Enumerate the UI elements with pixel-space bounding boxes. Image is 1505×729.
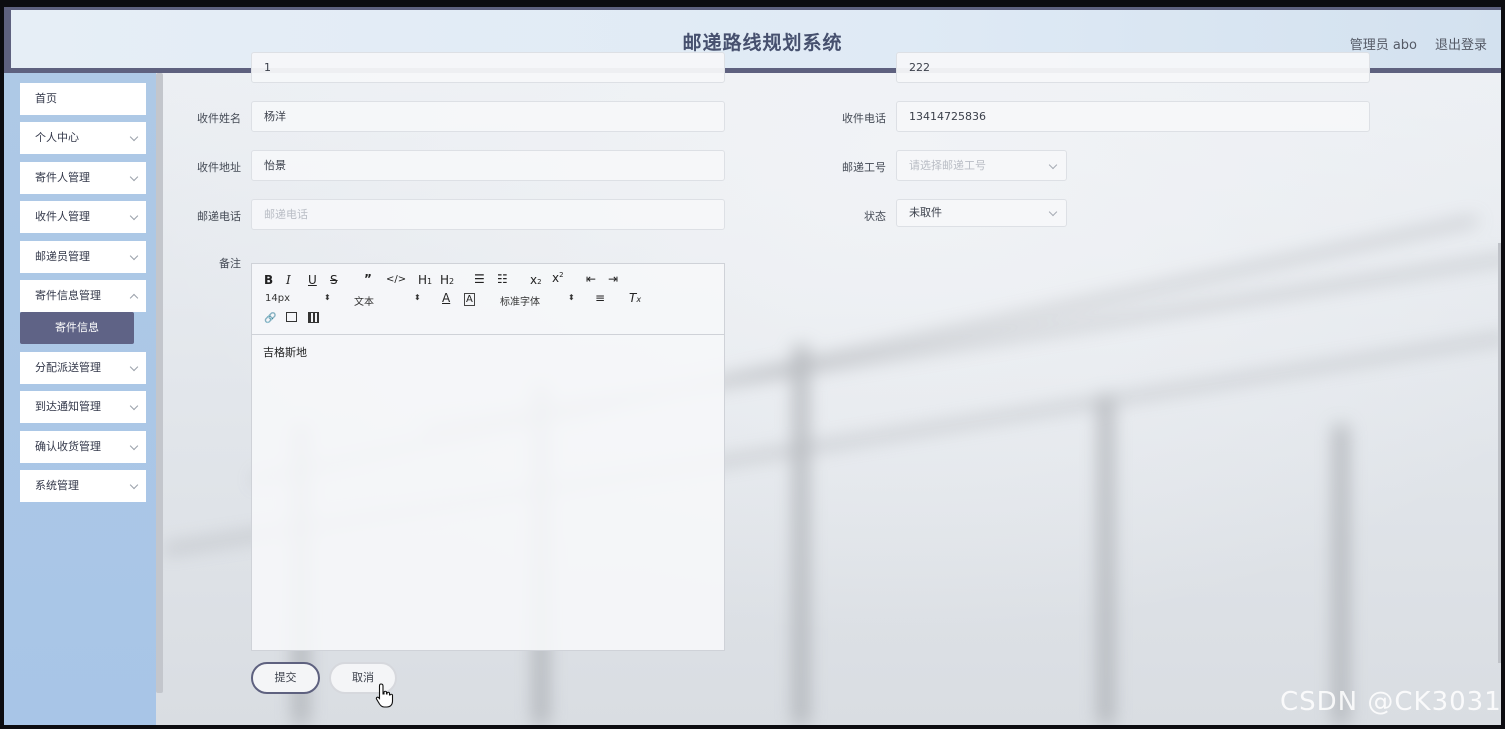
sidebar-item-recipient-management[interactable]: 收件人管理: [20, 201, 146, 233]
italic-icon[interactable]: I: [286, 273, 291, 287]
sidebar-item-receipt-confirmation[interactable]: 确认收货管理: [20, 431, 146, 463]
remark-editor[interactable]: B I U S ” </> H1 H2 ☰ ☷ x2 x2 ⇤ ⇥ 14px ⬍ …: [251, 263, 725, 651]
status-value: 未取件: [909, 206, 942, 219]
status-select[interactable]: 未取件: [896, 199, 1067, 227]
chevron-down-icon: [129, 172, 139, 182]
sidebar-item-dispatch-management[interactable]: 分配派送管理: [20, 352, 146, 384]
app-window: 邮递路线规划系统 管理员 abo 退出登录 首页 个人中心 寄件人管理 收件人管…: [4, 7, 1501, 725]
sidebar-item-home[interactable]: 首页: [20, 83, 146, 115]
bold-icon[interactable]: B: [264, 273, 273, 287]
chevron-down-icon: [129, 401, 139, 411]
courier-id-placeholder: 请选择邮递工号: [909, 159, 986, 172]
chevron-down-icon: [1048, 160, 1058, 170]
watermark: CSDN @CK3031: [1280, 687, 1501, 717]
font-size-select[interactable]: 14px ⬍: [265, 293, 331, 304]
sidebar-item-label: 寄件信息管理: [35, 289, 101, 302]
recipient-name-label: 收件姓名: [197, 112, 241, 125]
status-label: 状态: [864, 210, 886, 223]
align-icon[interactable]: ≡: [595, 291, 605, 305]
current-user: 管理员 abo: [1349, 38, 1417, 53]
sidebar-item-arrival-notice-management[interactable]: 到达通知管理: [20, 391, 146, 423]
chevron-down-icon: [129, 480, 139, 490]
superscript-icon[interactable]: x2: [552, 271, 564, 285]
heading2-icon[interactable]: H2: [440, 273, 454, 287]
chevron-down-icon: [129, 132, 139, 142]
block-format-value: 文本: [354, 297, 374, 308]
sidebar-subitem-shipment-info[interactable]: 寄件信息: [20, 312, 134, 344]
sidebar-item-label: 首页: [35, 92, 57, 105]
chevron-down-icon: [1048, 207, 1058, 217]
chevron-down-icon: [129, 362, 139, 372]
font-size-value: 14px: [265, 293, 290, 304]
font-family-select[interactable]: 标准字体 ⬍: [500, 293, 576, 308]
editor-toolbar: B I U S ” </> H1 H2 ☰ ☷ x2 x2 ⇤ ⇥ 14px ⬍ …: [252, 264, 724, 335]
image-icon[interactable]: [286, 312, 297, 322]
top-left-field[interactable]: 1: [251, 52, 725, 83]
updown-icon: ⬍: [414, 293, 421, 302]
courier-id-label: 邮递工号: [842, 161, 886, 174]
sidebar-item-label: 邮递员管理: [35, 250, 90, 263]
underline-icon[interactable]: U: [308, 273, 317, 287]
recipient-phone-label: 收件电话: [842, 112, 886, 125]
courier-phone-label: 邮递电话: [197, 210, 241, 223]
font-color-icon[interactable]: A: [442, 291, 450, 305]
sidebar-item-shipment-management[interactable]: 寄件信息管理: [20, 280, 146, 312]
strikethrough-icon[interactable]: S: [330, 273, 338, 287]
page-title: 邮递路线规划系统: [682, 32, 843, 54]
chevron-down-icon: [129, 251, 139, 261]
recipient-name-input[interactable]: 杨洋: [251, 101, 725, 132]
code-icon[interactable]: </>: [386, 274, 406, 285]
submit-button[interactable]: 提交: [251, 662, 320, 694]
chevron-up-icon: [129, 293, 139, 303]
sidebar-item-label: 个人中心: [35, 131, 79, 144]
outdent-icon[interactable]: ⇤: [586, 272, 596, 286]
ordered-list-icon[interactable]: ☰: [474, 272, 485, 286]
background-color-icon[interactable]: A: [464, 293, 475, 306]
subscript-icon[interactable]: x2: [530, 273, 542, 287]
sidebar-item-courier-management[interactable]: 邮递员管理: [20, 241, 146, 273]
sidebar-item-system-management[interactable]: 系统管理: [20, 470, 146, 502]
logout-link[interactable]: 退出登录: [1435, 34, 1487, 53]
recipient-address-input[interactable]: 怡景: [251, 150, 725, 181]
courier-id-select[interactable]: 请选择邮递工号: [896, 150, 1067, 181]
block-format-select[interactable]: 文本 ⬍: [354, 293, 421, 308]
recipient-phone-input[interactable]: 13414725836: [896, 101, 1370, 132]
editor-content[interactable]: 吉格斯地: [263, 344, 307, 360]
indent-icon[interactable]: ⇥: [608, 272, 618, 286]
updown-icon: ⬍: [324, 293, 331, 302]
chevron-down-icon: [129, 441, 139, 451]
sidebar-item-label: 收件人管理: [35, 210, 90, 223]
recipient-address-label: 收件地址: [197, 161, 241, 174]
courier-phone-input[interactable]: 邮递电话: [251, 199, 725, 230]
hand-cursor-icon: [375, 683, 394, 708]
font-family-value: 标准字体: [500, 297, 540, 308]
link-icon[interactable]: 🔗: [264, 313, 276, 324]
main-scrollbar[interactable]: [1498, 243, 1501, 663]
chevron-down-icon: [129, 211, 139, 221]
sidebar-item-label: 确认收货管理: [35, 440, 101, 453]
video-icon[interactable]: [308, 312, 319, 323]
updown-icon: ⬍: [568, 293, 575, 302]
sidebar-item-label: 寄件人管理: [35, 171, 90, 184]
sidebar-item-label: 系统管理: [35, 479, 79, 492]
remark-label: 备注: [219, 257, 241, 270]
sidebar-item-label: 到达通知管理: [35, 400, 101, 413]
sidebar-item-label: 分配派送管理: [35, 361, 101, 374]
heading1-icon[interactable]: H1: [418, 273, 432, 287]
bullet-list-icon[interactable]: ☷: [497, 272, 508, 286]
sidebar-item-personal-center[interactable]: 个人中心: [20, 122, 146, 154]
sidebar-item-sender-management[interactable]: 寄件人管理: [20, 162, 146, 194]
sidebar-scrollbar[interactable]: [156, 73, 163, 693]
sidebar: 首页 个人中心 寄件人管理 收件人管理 邮递员管理 寄件信息管理 寄件信息 分配…: [4, 73, 156, 725]
clear-format-icon[interactable]: Tx: [629, 291, 641, 305]
top-right-field[interactable]: 222: [896, 52, 1370, 83]
blockquote-icon[interactable]: ”: [364, 272, 372, 286]
